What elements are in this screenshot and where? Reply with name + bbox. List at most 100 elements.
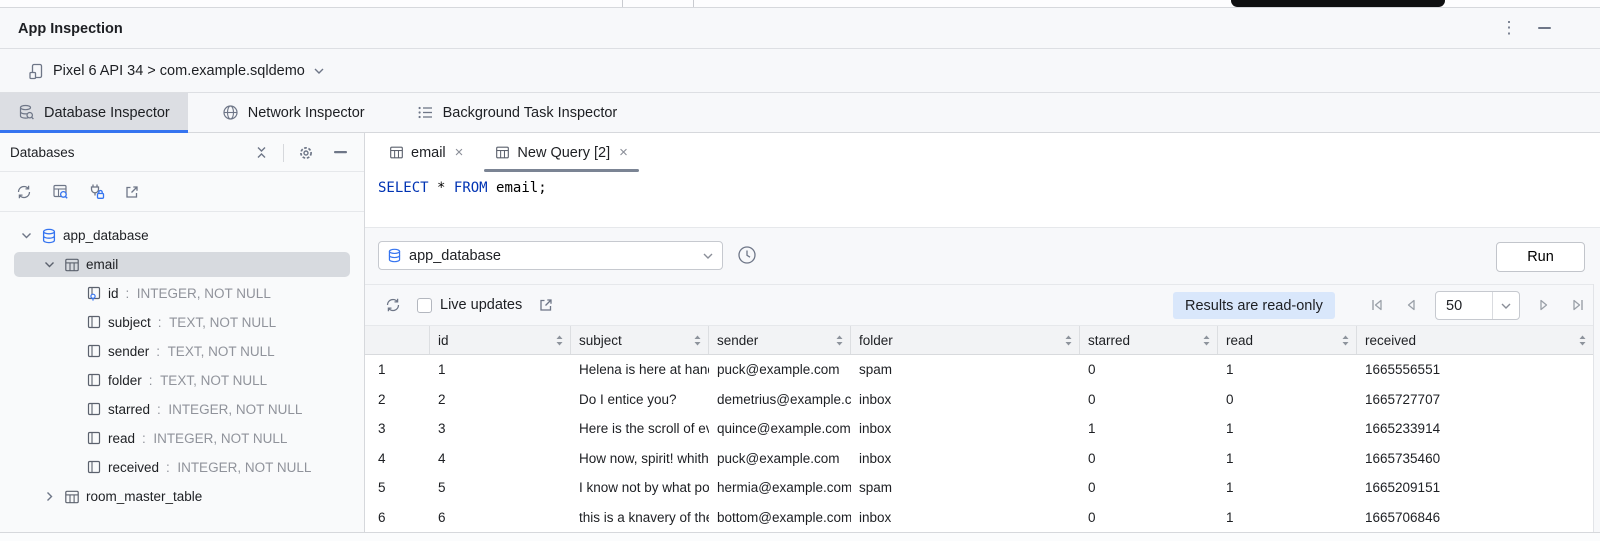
chevron-down-icon[interactable] xyxy=(41,261,57,268)
tree-node-email-table[interactable]: email xyxy=(0,250,364,279)
sql-editor[interactable]: SELECT * FROM email; xyxy=(365,172,1600,227)
options-kebab-icon[interactable]: ⋮ xyxy=(1496,14,1522,42)
tree-column-starred[interactable]: starred : INTEGER, NOT NULL xyxy=(0,395,364,424)
next-page-icon[interactable] xyxy=(1535,296,1553,314)
first-page-icon[interactable] xyxy=(1368,296,1386,314)
cell-subject[interactable]: Here is the scroll of every xyxy=(571,414,709,444)
header-read[interactable]: read xyxy=(1218,326,1357,354)
cell-id[interactable]: 6 xyxy=(430,503,571,533)
cell-id[interactable]: 3 xyxy=(430,414,571,444)
cell-starred[interactable]: 1 xyxy=(1080,414,1218,444)
prev-page-icon[interactable] xyxy=(1402,296,1420,314)
close-icon[interactable]: × xyxy=(455,145,464,160)
cell-id[interactable]: 5 xyxy=(430,473,571,503)
header-subject[interactable]: subject xyxy=(571,326,709,354)
collapse-all-icon[interactable] xyxy=(249,141,273,165)
refresh-icon[interactable] xyxy=(381,293,405,317)
cell-read[interactable]: 1 xyxy=(1218,444,1357,474)
cell-sender[interactable]: hermia@example.com xyxy=(709,473,851,503)
cell-folder[interactable]: inbox xyxy=(851,414,1080,444)
tree-node-room-master-table[interactable]: room_master_table xyxy=(0,482,364,511)
cell-sender[interactable]: quince@example.com xyxy=(709,414,851,444)
cell-received[interactable]: 1665727707 xyxy=(1357,385,1593,415)
cell-sender[interactable]: puck@example.com xyxy=(709,444,851,474)
cell-read[interactable]: 1 xyxy=(1218,414,1357,444)
keep-connections-open-icon[interactable] xyxy=(84,180,108,204)
cell-folder[interactable]: inbox xyxy=(851,503,1080,533)
tab-email[interactable]: email × xyxy=(378,133,474,172)
bottom-scrollbar-track[interactable] xyxy=(0,532,1600,541)
chevron-down-icon[interactable] xyxy=(18,232,34,239)
table-row[interactable]: 4 4 How now, spirit! whither puck@exampl… xyxy=(365,444,1593,474)
header-sender[interactable]: sender xyxy=(709,326,851,354)
process-selector[interactable]: Pixel 6 API 34 > com.example.sqldemo xyxy=(28,49,325,93)
table-row[interactable]: 2 2 Do I entice you? demetrius@example.c… xyxy=(365,385,1593,415)
cell-id[interactable]: 1 xyxy=(430,355,571,385)
export-icon[interactable] xyxy=(534,293,558,317)
tree-column-id[interactable]: id : INTEGER, NOT NULL xyxy=(0,279,364,308)
cell-sender[interactable]: demetrius@example.com xyxy=(709,385,851,415)
header-folder[interactable]: folder xyxy=(851,326,1080,354)
close-icon[interactable]: × xyxy=(619,145,628,160)
cell-folder[interactable]: spam xyxy=(851,355,1080,385)
run-button[interactable]: Run xyxy=(1496,242,1585,272)
table-row[interactable]: 3 3 Here is the scroll of every quince@e… xyxy=(365,414,1593,444)
table-name: email xyxy=(86,257,118,272)
cell-starred[interactable]: 0 xyxy=(1080,355,1218,385)
cell-received[interactable]: 1665556551 xyxy=(1357,355,1593,385)
tree-column-sender[interactable]: sender : TEXT, NOT NULL xyxy=(0,337,364,366)
cell-starred[interactable]: 0 xyxy=(1080,473,1218,503)
cell-folder[interactable]: spam xyxy=(851,473,1080,503)
new-query-tab-icon[interactable] xyxy=(48,180,72,204)
cell-starred[interactable]: 0 xyxy=(1080,444,1218,474)
cell-starred[interactable]: 0 xyxy=(1080,503,1218,533)
tab-database-inspector[interactable]: Database Inspector xyxy=(0,93,188,132)
cell-subject[interactable]: this is a knavery of them xyxy=(571,503,709,533)
results-toolbar: Live updates Results are read-only 50 xyxy=(365,284,1600,325)
cell-subject[interactable]: Do I entice you? xyxy=(571,385,709,415)
table-row[interactable]: 1 1 Helena is here at hand puck@example.… xyxy=(365,355,1593,385)
last-page-icon[interactable] xyxy=(1569,296,1587,314)
cell-read[interactable]: 0 xyxy=(1218,385,1357,415)
cell-folder[interactable]: inbox xyxy=(851,444,1080,474)
tree-column-folder[interactable]: folder : TEXT, NOT NULL xyxy=(0,366,364,395)
tree-column-read[interactable]: read : INTEGER, NOT NULL xyxy=(0,424,364,453)
cell-read[interactable]: 1 xyxy=(1218,355,1357,385)
cell-starred[interactable]: 0 xyxy=(1080,385,1218,415)
live-updates-checkbox[interactable] xyxy=(417,298,432,313)
export-icon[interactable] xyxy=(120,180,144,204)
header-id[interactable]: id xyxy=(430,326,571,354)
database-selector-dropdown[interactable]: app_database xyxy=(378,241,723,270)
cell-received[interactable]: 1665233914 xyxy=(1357,414,1593,444)
refresh-icon[interactable] xyxy=(12,180,36,204)
page-size-dropdown[interactable]: 50 xyxy=(1435,291,1520,320)
cell-received[interactable]: 1665706846 xyxy=(1357,503,1593,533)
tab-new-query[interactable]: New Query [2] × xyxy=(484,133,638,172)
cell-id[interactable]: 4 xyxy=(430,444,571,474)
cell-sender[interactable]: puck@example.com xyxy=(709,355,851,385)
minimize-icon[interactable] xyxy=(1530,14,1558,42)
cell-sender[interactable]: bottom@example.com xyxy=(709,503,851,533)
cell-folder[interactable]: inbox xyxy=(851,385,1080,415)
tree-column-received[interactable]: received : INTEGER, NOT NULL xyxy=(0,453,364,482)
cell-received[interactable]: 1665735460 xyxy=(1357,444,1593,474)
table-row[interactable]: 6 6 this is a knavery of them bottom@exa… xyxy=(365,503,1593,533)
cell-read[interactable]: 1 xyxy=(1218,473,1357,503)
tab-background-task-inspector[interactable]: Background Task Inspector xyxy=(399,93,636,132)
tree-node-app-database[interactable]: app_database xyxy=(0,221,364,250)
cell-read[interactable]: 1 xyxy=(1218,503,1357,533)
header-starred[interactable]: starred xyxy=(1080,326,1218,354)
cell-subject[interactable]: How now, spirit! whither xyxy=(571,444,709,474)
tab-network-inspector[interactable]: Network Inspector xyxy=(204,93,383,132)
query-history-icon[interactable] xyxy=(737,245,757,265)
header-received[interactable]: received xyxy=(1357,326,1593,354)
cell-subject[interactable]: I know not by what power xyxy=(571,473,709,503)
cell-id[interactable]: 2 xyxy=(430,385,571,415)
chevron-right-icon[interactable] xyxy=(41,491,57,502)
hide-panel-icon[interactable] xyxy=(328,141,352,165)
cell-received[interactable]: 1665209151 xyxy=(1357,473,1593,503)
table-row[interactable]: 5 5 I know not by what power hermia@exam… xyxy=(365,473,1593,503)
tree-column-subject[interactable]: subject : TEXT, NOT NULL xyxy=(0,308,364,337)
gear-icon[interactable] xyxy=(294,141,318,165)
cell-subject[interactable]: Helena is here at hand xyxy=(571,355,709,385)
